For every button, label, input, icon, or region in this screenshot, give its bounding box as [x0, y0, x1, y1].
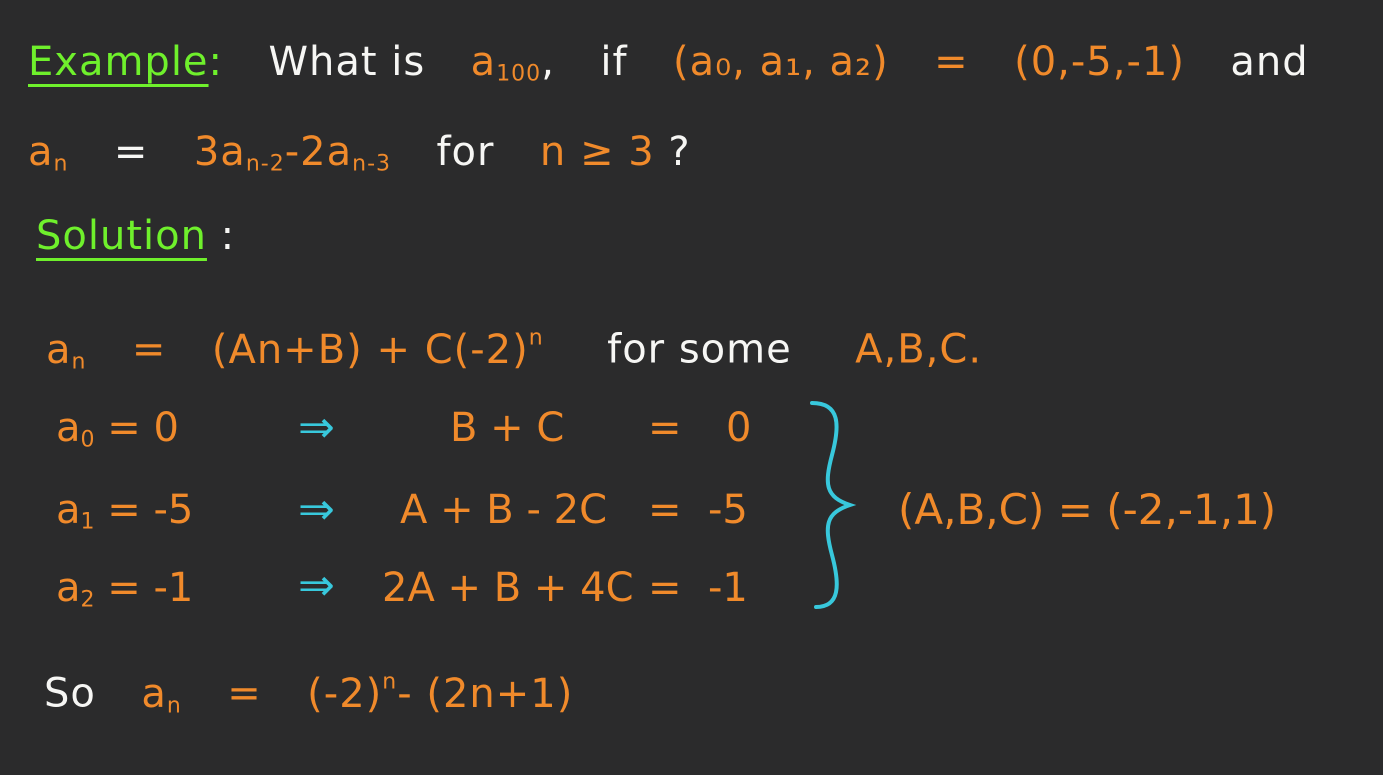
- for-word: for: [436, 129, 495, 175]
- example-line: Example: What is a100, if (a₀, a₁, a₂) =…: [28, 36, 1309, 101]
- right-brace-icon: [810, 401, 857, 609]
- initial-tuple: (a₀, a₁, a₂): [672, 39, 889, 85]
- initial-values: (0,-5,-1): [1014, 39, 1185, 85]
- system-result: (A,B,C) = (-2,-1,1): [898, 485, 1277, 534]
- conclusion-equals: =: [227, 670, 262, 717]
- general-lhs: an: [46, 326, 87, 375]
- for-some-text: for some: [607, 326, 792, 373]
- solution-heading: Solution: [36, 213, 207, 259]
- row1-equals: =: [648, 487, 682, 533]
- recurrence-equals: =: [113, 129, 149, 175]
- implies-arrow-icon: ⇒: [298, 560, 335, 611]
- row0-equation: B + C: [450, 405, 565, 451]
- row2-equals: =: [648, 565, 682, 611]
- row1-equation: A + B - 2C: [400, 487, 607, 533]
- general-equals: =: [131, 326, 167, 373]
- constants-list: A,B,C.: [855, 326, 983, 373]
- tuple-equals: =: [934, 39, 969, 85]
- recurrence-minus: -: [284, 129, 301, 175]
- row1-lhs: a1 = -5: [56, 487, 194, 535]
- recurrence-condition: n ≥ 3: [539, 129, 655, 175]
- row2-equation: 2A + B + 4C: [382, 565, 634, 611]
- example-heading: Example: [28, 39, 209, 85]
- question-mark: ?: [668, 129, 691, 175]
- example-colon: :: [208, 39, 224, 85]
- row2-rhs: -1: [708, 565, 748, 611]
- conclusion-line: So an = (-2)n- (2n+1): [44, 656, 573, 732]
- recurrence-term2: 2an-3: [300, 129, 392, 177]
- conclusion-lhs: an: [141, 670, 182, 719]
- question-comma: ,: [541, 39, 555, 85]
- a100-term: a100: [470, 39, 542, 87]
- whiteboard: Example: What is a100, if (a₀, a₁, a₂) =…: [0, 0, 1383, 775]
- implies-arrow-icon: ⇒: [298, 484, 335, 535]
- question-text: What is: [268, 39, 426, 85]
- if-word: if: [600, 39, 628, 85]
- conclusion-rhs: (-2)n- (2n+1): [307, 669, 574, 717]
- row1-rhs: -5: [708, 487, 748, 533]
- general-expression: (An+B) + C(-2)n: [211, 325, 544, 373]
- and-word: and: [1230, 39, 1309, 85]
- so-word: So: [44, 670, 96, 717]
- recurrence-line: an = 3an-2-2an-3 for n ≥ 3 ?: [28, 126, 691, 191]
- implies-arrow-icon: ⇒: [298, 402, 335, 453]
- solution-line: Solution :: [36, 210, 235, 262]
- row0-rhs: 0: [726, 405, 752, 451]
- recurrence-term1: 3an-2: [193, 129, 285, 177]
- row0-equals: =: [648, 405, 682, 451]
- recurrence-lhs: an: [28, 129, 69, 177]
- solution-colon: :: [220, 213, 236, 259]
- row0-lhs: a0 = 0: [56, 405, 179, 453]
- row2-lhs: a2 = -1: [56, 565, 194, 613]
- general-form-line: an = (An+B) + C(-2)n for some A,B,C.: [46, 312, 982, 388]
